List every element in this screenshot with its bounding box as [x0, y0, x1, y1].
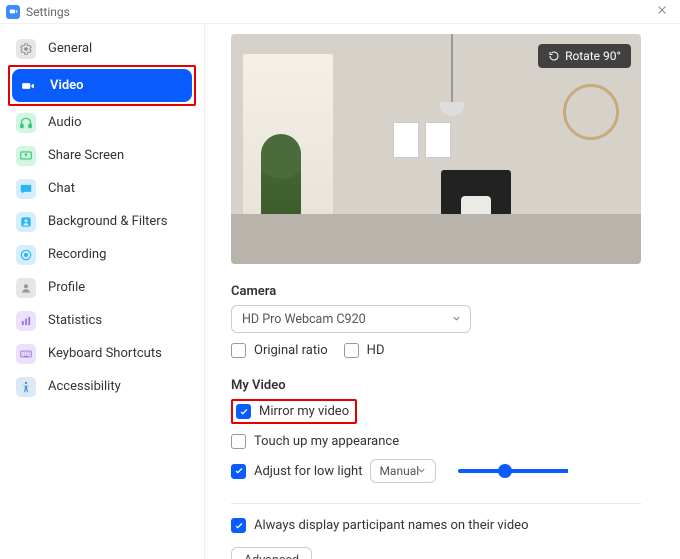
sidebar: General Video Audio Share Screen — [0, 24, 205, 559]
checkbox-checked-icon — [231, 464, 246, 479]
checkbox-checked-icon — [236, 404, 251, 419]
sidebar-item-label: Audio — [48, 115, 81, 130]
checkbox-icon — [231, 434, 246, 449]
divider — [231, 503, 641, 504]
checkbox-icon — [231, 343, 246, 358]
sidebar-item-video[interactable]: Video — [12, 69, 192, 102]
sidebar-item-audio[interactable]: Audio — [0, 106, 204, 139]
original-ratio-checkbox[interactable]: Original ratio — [231, 343, 328, 358]
sidebar-item-label: Recording — [48, 247, 106, 262]
sidebar-item-label: General — [48, 41, 92, 56]
sidebar-item-label: Keyboard Shortcuts — [48, 346, 162, 361]
sidebar-item-background-filters[interactable]: Background & Filters — [0, 205, 204, 238]
titlebar: Settings — [0, 0, 680, 24]
video-preview: Rotate 90° — [231, 34, 641, 264]
highlight-video-nav: Video — [8, 65, 196, 106]
close-icon[interactable] — [656, 4, 672, 20]
share-screen-icon — [16, 146, 36, 166]
display-names-checkbox[interactable]: Always display participant names on thei… — [231, 518, 654, 533]
mirror-video-checkbox[interactable]: Mirror my video — [236, 404, 349, 419]
sidebar-item-accessibility[interactable]: Accessibility — [0, 370, 204, 403]
checkbox-checked-icon — [231, 518, 246, 533]
record-icon — [16, 245, 36, 265]
sidebar-item-label: Profile — [48, 280, 85, 295]
low-light-label: Adjust for low light — [254, 464, 362, 479]
highlight-mirror-video: Mirror my video — [231, 399, 357, 424]
background-icon — [16, 212, 36, 232]
sidebar-item-profile[interactable]: Profile — [0, 271, 204, 304]
low-light-mode-value: Manual — [379, 464, 419, 478]
keyboard-icon — [16, 344, 36, 364]
sidebar-item-label: Video — [50, 78, 84, 93]
stats-icon — [16, 311, 36, 331]
app-icon — [6, 5, 20, 19]
original-ratio-label: Original ratio — [254, 343, 328, 358]
sidebar-item-keyboard-shortcuts[interactable]: Keyboard Shortcuts — [0, 337, 204, 370]
content-pane: Rotate 90° Camera HD Pro Webcam C920 Ori… — [205, 24, 680, 559]
hd-checkbox[interactable]: HD — [344, 343, 385, 358]
advanced-button[interactable]: Advanced — [231, 547, 312, 559]
sidebar-item-share-screen[interactable]: Share Screen — [0, 139, 204, 172]
low-light-checkbox[interactable]: Adjust for low light — [231, 464, 362, 479]
chevron-down-icon — [416, 465, 427, 479]
camera-selected-value: HD Pro Webcam C920 — [242, 312, 366, 327]
rotate-90-button[interactable]: Rotate 90° — [538, 44, 631, 68]
rotate-icon — [548, 50, 560, 62]
sidebar-item-recording[interactable]: Recording — [0, 238, 204, 271]
video-icon — [18, 76, 38, 96]
sidebar-item-label: Background & Filters — [48, 214, 167, 229]
camera-select[interactable]: HD Pro Webcam C920 — [231, 305, 471, 333]
accessibility-icon — [16, 377, 36, 397]
checkbox-icon — [344, 343, 359, 358]
sidebar-item-general[interactable]: General — [0, 32, 204, 65]
sidebar-item-statistics[interactable]: Statistics — [0, 304, 204, 337]
low-light-mode-select[interactable]: Manual — [370, 459, 436, 483]
my-video-section-label: My Video — [231, 378, 654, 393]
sidebar-item-label: Statistics — [48, 313, 102, 328]
display-names-label: Always display participant names on thei… — [254, 518, 528, 533]
touch-up-label: Touch up my appearance — [254, 434, 399, 449]
chat-icon — [16, 179, 36, 199]
sidebar-item-chat[interactable]: Chat — [0, 172, 204, 205]
mirror-label: Mirror my video — [259, 404, 349, 419]
hd-label: HD — [367, 343, 385, 358]
touch-up-checkbox[interactable]: Touch up my appearance — [231, 434, 654, 449]
camera-section-label: Camera — [231, 284, 654, 299]
sidebar-item-label: Share Screen — [48, 148, 124, 163]
gear-icon — [16, 39, 36, 59]
sidebar-item-label: Chat — [48, 181, 75, 196]
chevron-down-icon — [451, 313, 462, 328]
headphones-icon — [16, 113, 36, 133]
sidebar-item-label: Accessibility — [48, 379, 121, 394]
profile-icon — [16, 278, 36, 298]
window-title: Settings — [26, 5, 70, 19]
low-light-slider[interactable] — [458, 469, 568, 473]
rotate-label: Rotate 90° — [565, 49, 621, 63]
